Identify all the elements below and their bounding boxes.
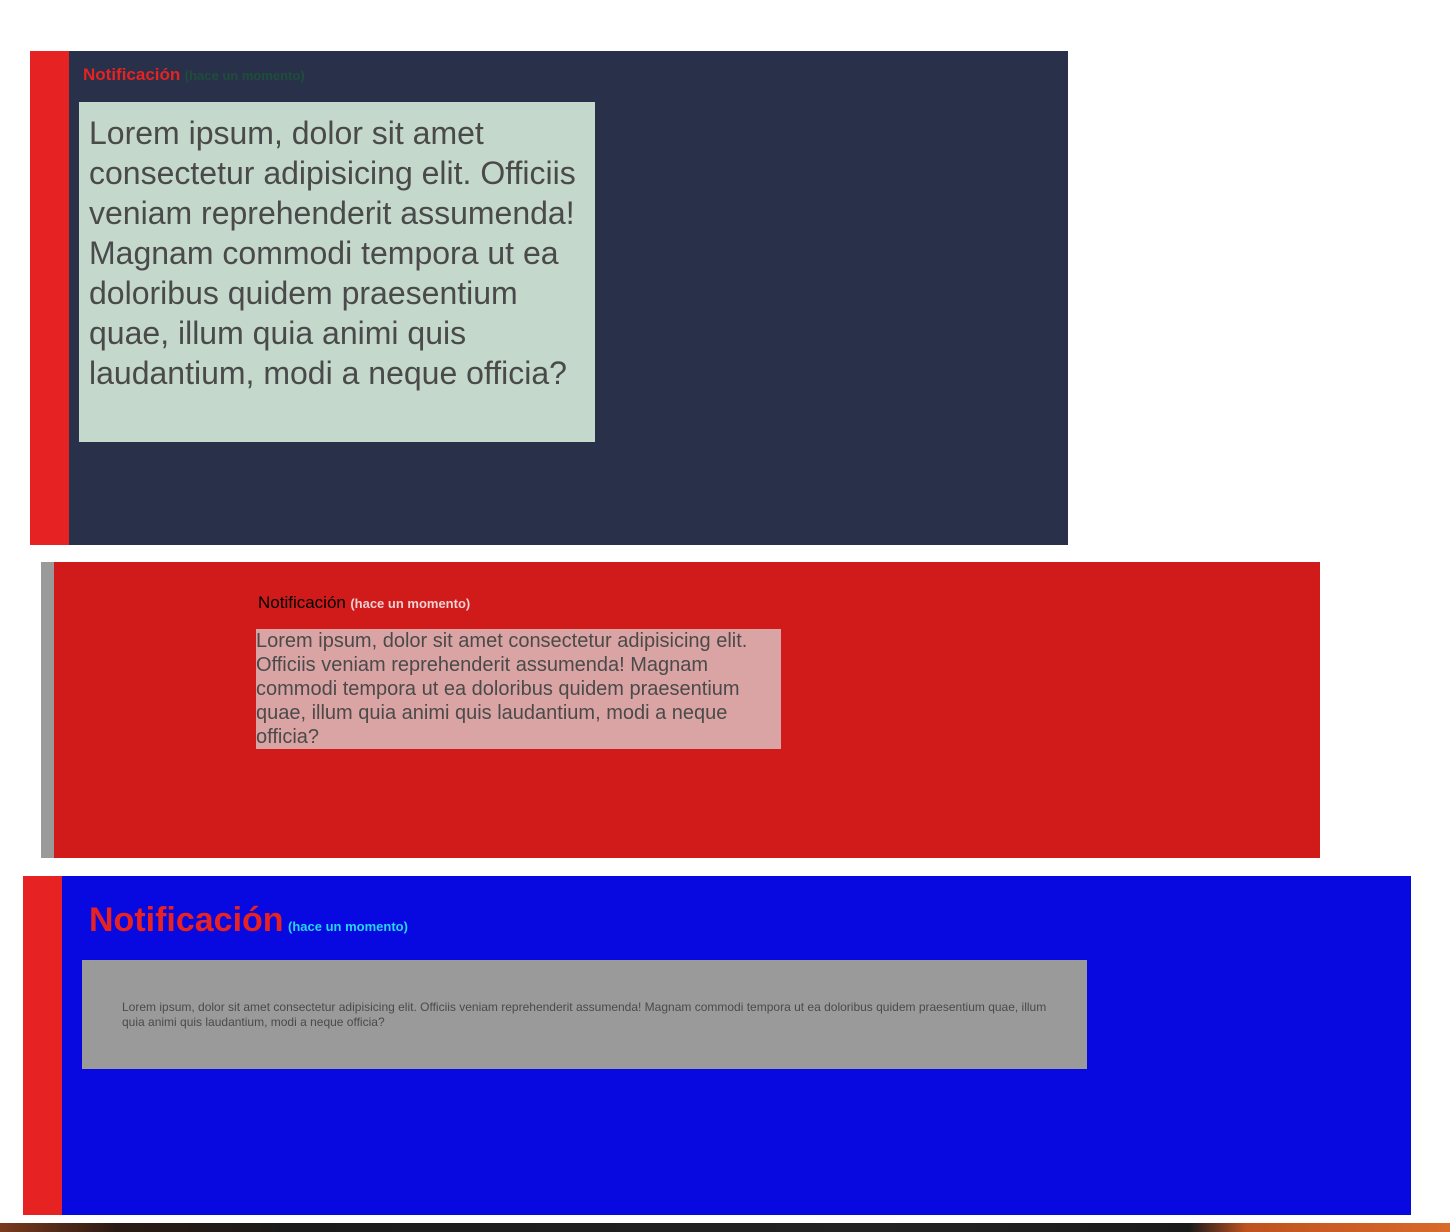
- notification-message: Lorem ipsum, dolor sit amet consectetur …: [256, 629, 781, 749]
- notification-message: Lorem ipsum, dolor sit amet consectetur …: [82, 960, 1087, 1069]
- notification-title: Notificación: [83, 65, 181, 84]
- notification-header: Notificación (hace un momento): [258, 593, 470, 613]
- notification-title: Notificación: [89, 901, 284, 939]
- notification-title: Notificación: [258, 593, 346, 612]
- notification-accent-bar: [41, 562, 54, 858]
- notification-timestamp: (hace un momento): [288, 919, 408, 934]
- notification-timestamp: (hace un momento): [184, 68, 305, 83]
- notification-header: Notificación (hace un momento): [83, 65, 305, 85]
- notification-message: Lorem ipsum, dolor sit amet consectetur …: [79, 102, 595, 442]
- notification-card-3: Notificación (hace un momento) Lorem ips…: [23, 876, 1411, 1215]
- notification-timestamp: (hace un momento): [350, 596, 471, 611]
- notification-accent-bar: [30, 51, 69, 545]
- notification-accent-bar: [23, 876, 62, 1215]
- notification-card-2: Notificación (hace un momento) Lorem ips…: [41, 562, 1320, 858]
- background-image-strip: [0, 1223, 1450, 1232]
- notification-card-1: Notificación (hace un momento) Lorem ips…: [30, 51, 1068, 545]
- notification-header: Notificación (hace un momento): [89, 901, 408, 940]
